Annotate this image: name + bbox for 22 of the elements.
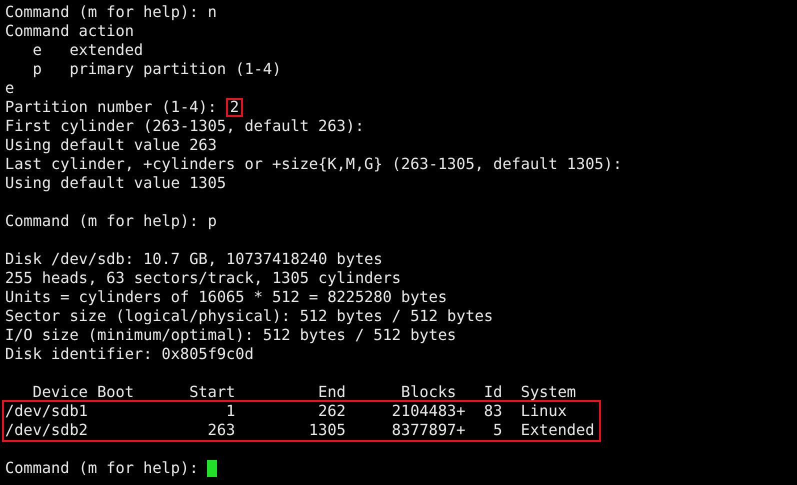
terminal-line: I/O size (minimum/optimal): 512 bytes / 512 bytes	[5, 326, 458, 345]
terminal-line: Command action	[5, 22, 135, 41]
terminal-line: 255 heads, 63 sectors/track, 1305 cylinders	[5, 269, 402, 288]
terminal-line: Device Boot Start End Blocks Id System	[32, 383, 577, 402]
terminal-line: Command (m for help): p	[5, 212, 218, 231]
terminal-line: Using default value 263	[5, 136, 218, 155]
partition-table-row-text: /dev/sdb1 1 262 2104483+ 83 Linux	[5, 402, 568, 421]
terminal-line: p primary partition (1-4)	[32, 60, 282, 79]
terminal-line: Last cylinder, +cylinders or +size{K,M,G} (263-1305, default 1305):	[5, 155, 624, 174]
partition-table-row-text: /dev/sdb2 263 1305 8377897+ 5 Extended	[5, 421, 596, 440]
terminal-line: e extended	[32, 41, 144, 60]
terminal-line: Disk /dev/sdb: 10.7 GB, 10737418240 bytes	[5, 250, 384, 269]
terminal-line: Command (m for help): n	[5, 3, 218, 22]
terminal-line: Using default value 1305	[5, 174, 228, 193]
terminal-line: Partition number (1-4):	[5, 98, 217, 117]
cursor	[207, 460, 218, 477]
terminal-line: Units = cylinders of 16065 * 512 = 8225280 bytes	[5, 288, 448, 307]
terminal-prompt: Command (m for help):	[5, 459, 198, 478]
terminal-line: Disk identifier: 0x805f9c0d	[5, 345, 255, 364]
terminal-line: First cylinder (263-1305, default 263):	[5, 117, 366, 136]
terminal-line: Sector size (logical/physical): 512 bytes / 512 bytes	[5, 307, 494, 326]
terminal-line: e	[5, 79, 16, 98]
